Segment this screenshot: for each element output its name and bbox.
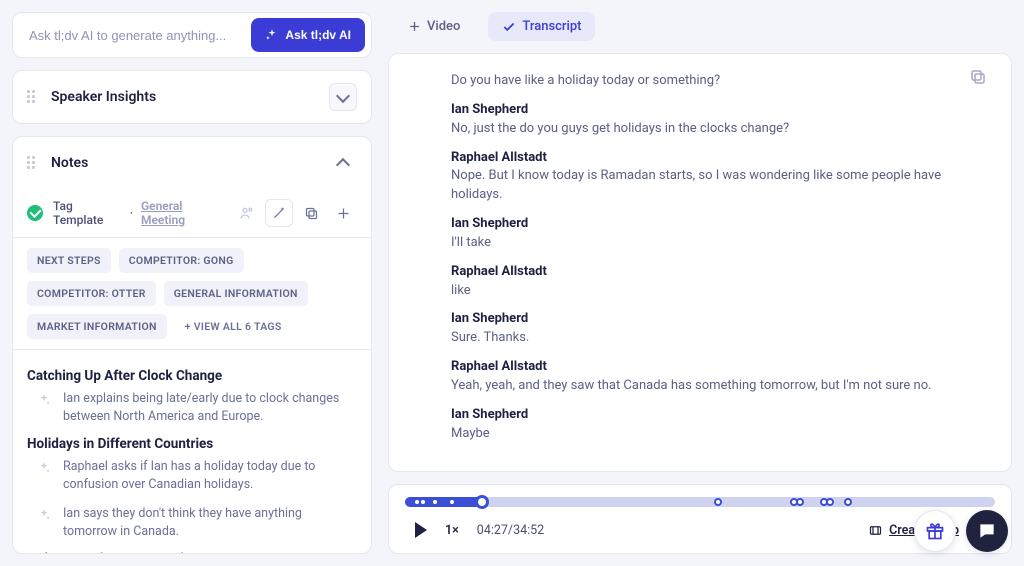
transcript-line[interactable]: Raphael AllstadtNope. But I know today i… [451, 149, 949, 206]
tag-template-link[interactable]: General Meeting [141, 199, 227, 227]
note-item-text: Ian explains being late/early due to clo… [63, 390, 357, 426]
ask-ai-bar: Ask tl;dv AI [12, 12, 372, 58]
tab-video-label: Video [427, 19, 460, 34]
notes-toggle[interactable] [329, 149, 357, 177]
playback-speed[interactable]: 1× [445, 523, 459, 538]
view-tabs: Video Transcript [388, 12, 1012, 41]
note-item-text: Raphael asks if Ian has a holiday today … [63, 458, 357, 494]
transcript-text: Maybe [451, 426, 490, 441]
tag[interactable]: COMPETITOR: GONG [119, 248, 244, 273]
check-icon [502, 20, 516, 34]
tag[interactable]: GENERAL INFORMATION [164, 281, 308, 306]
transcript-line[interactable]: Raphael Allstadtlike [451, 263, 949, 301]
plus-icon [408, 20, 421, 33]
note-item[interactable]: Ian says they don't think they have anyt… [35, 505, 357, 541]
note-item[interactable]: Raphael asks if Ian has a holiday today … [35, 458, 357, 494]
tags-row: NEXT STEPS COMPETITOR: GONG COMPETITOR: OT… [13, 238, 371, 350]
transcript-line[interactable]: Raphael AllstadtYeah, yeah, and they saw… [451, 358, 949, 396]
note-item[interactable]: Ian explains being late/early due to clo… [35, 390, 357, 426]
sparkle-icon [35, 391, 53, 409]
note-section: Holidays in Different Countries Raphael a… [27, 436, 357, 541]
tag[interactable]: MARKET INFORMATION [27, 314, 167, 339]
transcript-text: Do you have like a holiday today or some… [451, 73, 720, 88]
notes-body: Catching Up After Clock Change Ian explai… [13, 350, 371, 553]
play-button[interactable] [415, 522, 427, 538]
transcript-text: I'll take [451, 235, 491, 250]
copy-transcript-button[interactable] [969, 68, 993, 92]
transcript-text: No, just the do you guys get holidays in… [451, 121, 789, 136]
view-all-tags[interactable]: + VIEW ALL 6 TAGS [175, 314, 292, 339]
tab-transcript[interactable]: Transcript [488, 12, 595, 41]
transcript-line[interactable]: Ian ShepherdMaybe [451, 406, 949, 444]
notes-panel: Notes Tag Template · General Meeting [12, 136, 372, 554]
tag[interactable]: NEXT STEPS [27, 248, 111, 273]
notes-title: Notes [51, 155, 88, 171]
check-circle-icon [27, 205, 43, 221]
speaker-insights-accordion[interactable]: Speaker Insights [12, 70, 372, 124]
tab-transcript-label: Transcript [522, 19, 581, 34]
gift-button[interactable] [914, 510, 956, 552]
copy-icon[interactable] [297, 199, 325, 227]
transcript-line[interactable]: Do you have like a holiday today or some… [451, 72, 949, 91]
transcript-text: like [451, 283, 471, 298]
timeline-playhead[interactable] [475, 495, 489, 509]
timeline-marker[interactable] [826, 498, 834, 506]
timeline-marker[interactable] [844, 498, 852, 506]
transcript-text: Yeah, yeah, and they saw that Canada has… [451, 378, 932, 393]
timeline-marker[interactable] [796, 498, 804, 506]
drag-handle-icon[interactable] [27, 156, 41, 170]
tab-video[interactable]: Video [394, 12, 474, 41]
transcript-speaker: Raphael Allstadt [451, 358, 949, 377]
clip-icon [868, 523, 883, 538]
transcript-speaker: Ian Shepherd [451, 310, 949, 329]
playback-time: 04:27/34:52 [477, 523, 544, 538]
transcript-line[interactable]: Ian ShepherdNo, just the do you guys get… [451, 101, 949, 139]
transcript-speaker: Ian Shepherd [451, 215, 949, 234]
timeline-marker[interactable] [448, 498, 456, 506]
sparkle-icon [35, 506, 53, 524]
ask-ai-input[interactable] [27, 27, 251, 44]
timeline-marker[interactable] [431, 498, 439, 506]
transcript-speaker: Raphael Allstadt [451, 149, 949, 168]
transcript-speaker: Ian Shepherd [451, 101, 949, 120]
chat-icon [977, 521, 997, 541]
transcript-panel: Do you have like a holiday today or some… [388, 53, 1012, 472]
note-item-text: Ian says they don't think they have anyt… [63, 505, 357, 541]
share-users-icon[interactable] [233, 199, 261, 227]
speaker-insights-title: Speaker Insights [51, 89, 156, 105]
chevron-up-icon [336, 157, 350, 171]
transcript-text: Sure. Thanks. [451, 330, 529, 345]
timeline-marker[interactable] [419, 498, 427, 506]
transcript-text: Nope. But I know today is Ramadan starts… [451, 168, 941, 202]
transcript-speaker: Ian Shepherd [451, 406, 949, 425]
tag[interactable]: COMPETITOR: OTTER [27, 281, 156, 306]
magic-wand-icon[interactable] [265, 199, 293, 227]
notes-toolbar: Tag Template · General Meeting [13, 189, 371, 238]
gift-icon [925, 521, 945, 541]
drag-handle-icon[interactable] [27, 90, 41, 104]
note-section-title: Catching Up After Clock Change [27, 368, 357, 384]
chat-support-button[interactable] [966, 510, 1008, 552]
speaker-insights-toggle[interactable] [329, 83, 357, 111]
transcript-line[interactable]: Ian ShepherdI'll take [451, 215, 949, 253]
add-icon[interactable] [329, 199, 357, 227]
ask-ai-button-label: Ask tl;dv AI [285, 28, 351, 42]
note-section-title: Ian's Upcoming Europe Trip [27, 551, 357, 553]
sparkle-icon [35, 459, 53, 477]
transcript-line[interactable]: Ian ShepherdSure. Thanks. [451, 310, 949, 348]
timeline-marker[interactable] [714, 498, 722, 506]
note-section-title: Holidays in Different Countries [27, 436, 357, 452]
tag-template-label: Tag Template [53, 199, 124, 227]
ask-ai-button[interactable]: Ask tl;dv AI [251, 18, 365, 52]
notes-accordion-header[interactable]: Notes [13, 137, 371, 189]
timeline[interactable] [405, 497, 995, 507]
transcript-speaker: Raphael Allstadt [451, 263, 949, 282]
note-section: Catching Up After Clock Change Ian explai… [27, 368, 357, 426]
sparkle-icon [265, 28, 279, 42]
chevron-down-icon [336, 88, 350, 102]
note-section: Ian's Upcoming Europe TripRaphael asks h… [27, 551, 357, 553]
